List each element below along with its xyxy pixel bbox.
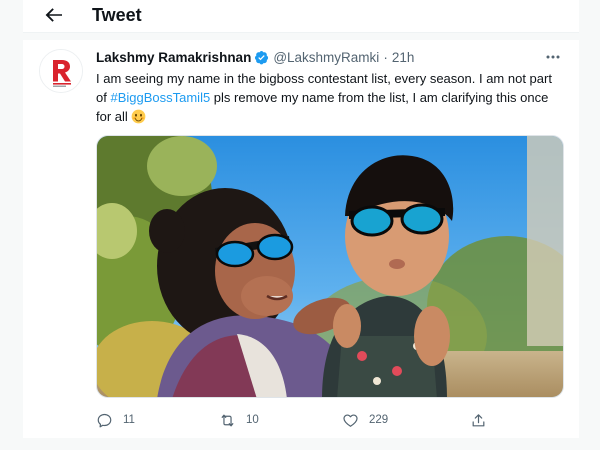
- tweet-actions-bar: 11 10 229: [96, 409, 566, 431]
- arrow-left-icon[interactable]: [42, 3, 66, 27]
- tweet-author-line: Lakshmy Ramakrishnan @LakshmyRamki · 21h: [96, 48, 414, 66]
- tweet-text: I am seeing my name in the bigboss conte…: [96, 69, 566, 126]
- page-title: Tweet: [92, 5, 142, 25]
- left-gutter: [0, 0, 23, 450]
- reply-button[interactable]: 11: [96, 409, 135, 431]
- like-button[interactable]: 229: [342, 409, 388, 431]
- retweet-count: 10: [246, 414, 259, 426]
- heart-icon: [343, 413, 358, 427]
- tweet-photo[interactable]: [96, 135, 564, 398]
- tweet-header: Tweet: [23, 0, 579, 33]
- right-gutter: [579, 0, 600, 450]
- reply-count: 11: [123, 414, 135, 426]
- hashtag-link[interactable]: #BiggBossTamil5: [110, 90, 210, 105]
- avatar[interactable]: [39, 49, 83, 93]
- author-display-name[interactable]: Lakshmy Ramakrishnan: [96, 50, 251, 65]
- share-icon: [472, 413, 485, 426]
- header-divider: [23, 33, 579, 40]
- like-count: 229: [369, 414, 389, 426]
- verified-badge-icon: [255, 50, 269, 64]
- photo-woman-and-child-in-sunglasses: [97, 136, 563, 397]
- channel-logo-avatar: [40, 50, 82, 92]
- retweet-button[interactable]: 10: [219, 409, 259, 431]
- share-button[interactable]: [470, 409, 487, 431]
- bottom-divider: [23, 438, 579, 450]
- reply-icon: [97, 413, 112, 427]
- meta-separator: ·: [383, 49, 388, 65]
- author-handle[interactable]: @LakshmyRamki: [273, 50, 379, 65]
- retweet-icon: [221, 414, 234, 426]
- tweet-timestamp[interactable]: 21h: [392, 50, 415, 65]
- tweet-card[interactable]: Lakshmy Ramakrishnan @LakshmyRamki · 21h…: [23, 40, 579, 438]
- more-options-icon[interactable]: [543, 49, 563, 65]
- smiling-face-icon: [132, 109, 146, 124]
